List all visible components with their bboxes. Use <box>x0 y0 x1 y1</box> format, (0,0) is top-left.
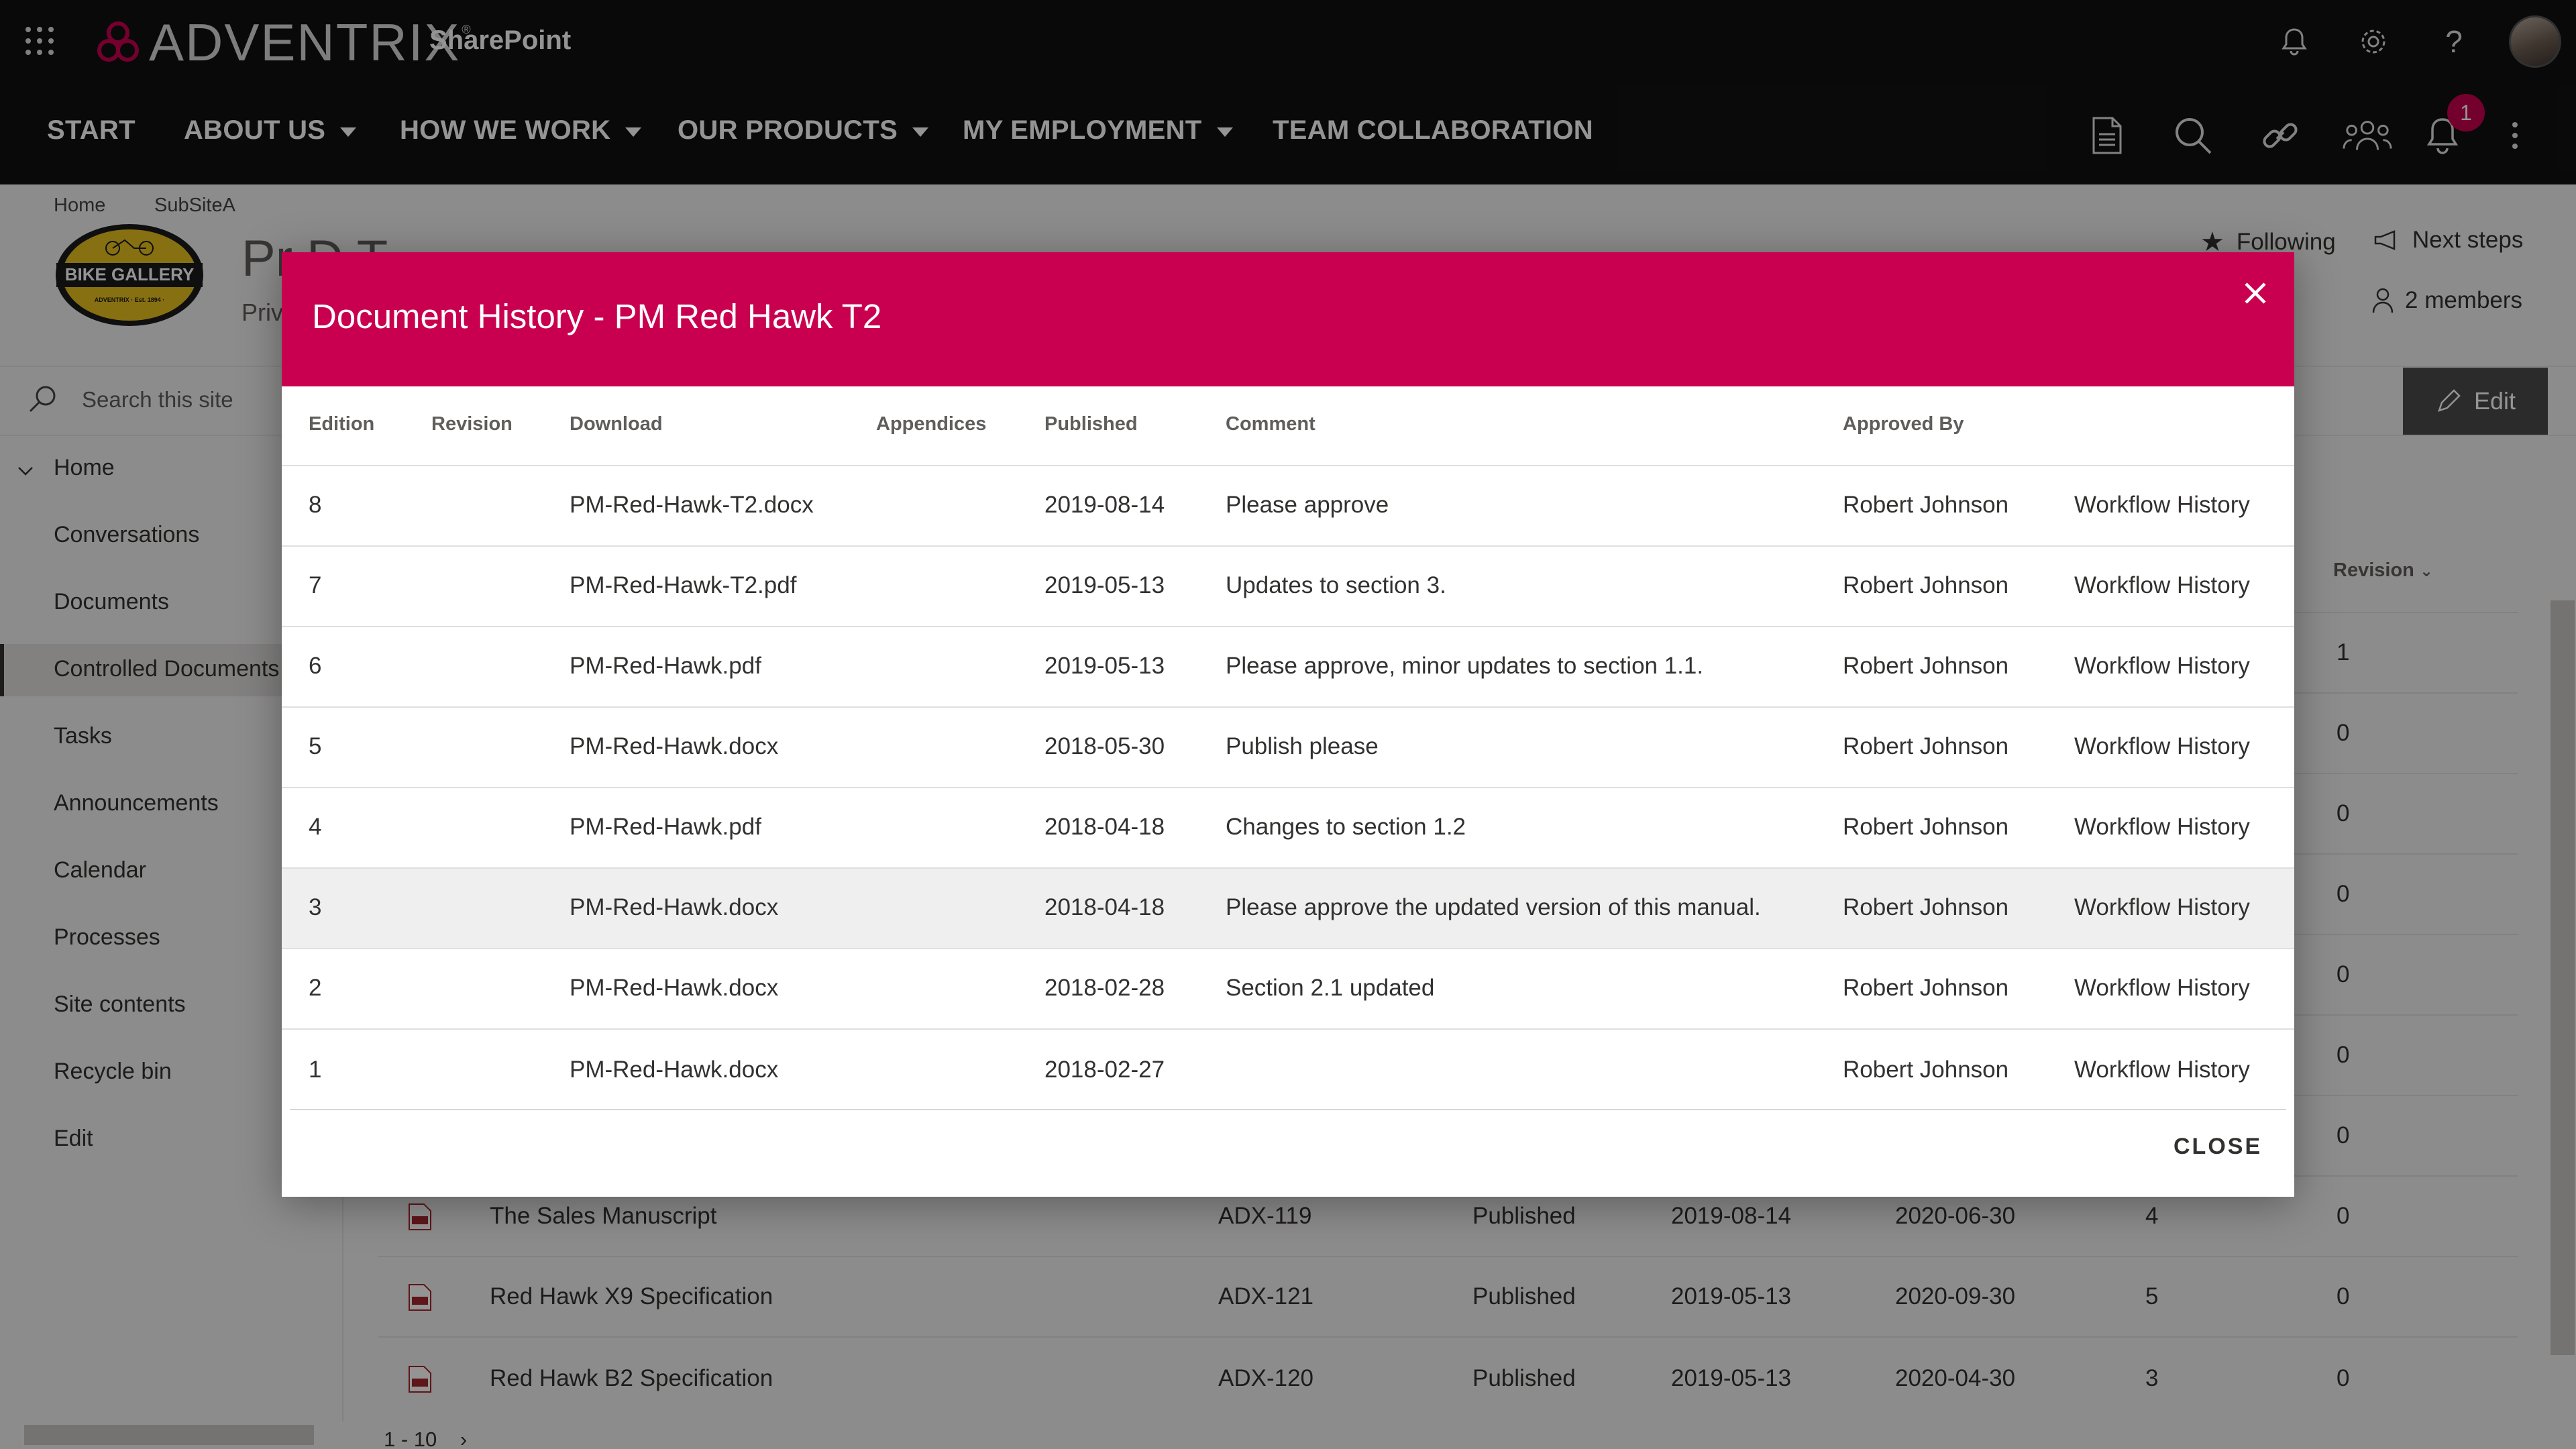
download-link[interactable]: PM-Red-Hawk.pdf <box>570 653 761 680</box>
download-link[interactable]: PM-Red-Hawk.docx <box>570 1057 778 1083</box>
cell-comment: Updates to section 3. <box>1226 572 1446 598</box>
cell-comment: Please approve, minor updates to section… <box>1226 653 1704 679</box>
column-header-published: Published <box>1044 413 1138 435</box>
cell-approved-by: Robert Johnson <box>1843 975 2009 1001</box>
row-divider <box>282 867 2294 869</box>
document-history-dialog <box>282 252 2294 1197</box>
cell-approved-by: Robert Johnson <box>1843 733 2009 759</box>
download-link[interactable]: PM-Red-Hawk.docx <box>570 894 778 921</box>
cell-approved-by: Robert Johnson <box>1843 894 2009 920</box>
cell-published: 2018-04-18 <box>1044 894 1165 920</box>
cell-edition: 6 <box>309 653 322 679</box>
row-divider <box>290 1109 2286 1110</box>
download-link[interactable]: PM-Red-Hawk-T2.docx <box>570 492 814 519</box>
cell-published: 2018-02-27 <box>1044 1057 1165 1083</box>
column-header-edition: Edition <box>309 413 375 435</box>
cell-approved-by: Robert Johnson <box>1843 653 2009 679</box>
row-divider <box>282 706 2294 708</box>
cell-approved-by: Robert Johnson <box>1843 492 2009 518</box>
cell-published: 2019-05-13 <box>1044 653 1165 679</box>
row-divider <box>282 465 2294 466</box>
column-header-approved-by: Approved By <box>1843 413 1964 435</box>
cell-edition: 4 <box>309 814 322 840</box>
cell-approved-by: Robert Johnson <box>1843 814 2009 840</box>
close-icon[interactable] <box>2234 272 2277 315</box>
column-header-appendices: Appendices <box>876 413 987 435</box>
row-divider <box>282 1028 2294 1030</box>
column-header-comment: Comment <box>1226 413 1316 435</box>
workflow-history-link[interactable]: Workflow History <box>2074 733 2250 760</box>
cell-edition: 1 <box>309 1057 322 1083</box>
workflow-history-link[interactable]: Workflow History <box>2074 1057 2250 1083</box>
cell-published: 2018-02-28 <box>1044 975 1165 1001</box>
cell-approved-by: Robert Johnson <box>1843 1057 2009 1083</box>
cell-published: 2018-04-18 <box>1044 814 1165 840</box>
row-divider <box>282 626 2294 627</box>
workflow-history-link[interactable]: Workflow History <box>2074 653 2250 680</box>
row-divider <box>282 948 2294 949</box>
close-button[interactable]: CLOSE <box>2174 1134 2262 1160</box>
download-link[interactable]: PM-Red-Hawk-T2.pdf <box>570 572 796 599</box>
download-link[interactable]: PM-Red-Hawk.pdf <box>570 814 761 841</box>
row-divider <box>282 545 2294 547</box>
workflow-history-link[interactable]: Workflow History <box>2074 975 2250 1002</box>
cell-edition: 5 <box>309 733 322 759</box>
cell-edition: 8 <box>309 492 322 518</box>
column-header-download: Download <box>570 413 663 435</box>
cell-approved-by: Robert Johnson <box>1843 572 2009 598</box>
cell-comment: Please approve the updated version of th… <box>1226 894 1761 920</box>
cell-edition: 7 <box>309 572 322 598</box>
download-link[interactable]: PM-Red-Hawk.docx <box>570 733 778 760</box>
cell-comment: Section 2.1 updated <box>1226 975 1435 1001</box>
download-link[interactable]: PM-Red-Hawk.docx <box>570 975 778 1002</box>
cell-edition: 3 <box>309 894 322 920</box>
row-divider <box>282 787 2294 788</box>
workflow-history-link[interactable]: Workflow History <box>2074 572 2250 599</box>
cell-published: 2019-08-14 <box>1044 492 1165 518</box>
cell-comment: Changes to section 1.2 <box>1226 814 1466 840</box>
workflow-history-link[interactable]: Workflow History <box>2074 814 2250 841</box>
column-header-revision: Revision <box>431 413 513 435</box>
cell-edition: 2 <box>309 975 322 1001</box>
cell-published: 2019-05-13 <box>1044 572 1165 598</box>
workflow-history-link[interactable]: Workflow History <box>2074 894 2250 921</box>
cell-comment: Publish please <box>1226 733 1379 759</box>
dialog-title: Document History - PM Red Hawk T2 <box>312 297 882 335</box>
workflow-history-link[interactable]: Workflow History <box>2074 492 2250 519</box>
cell-published: 2018-05-30 <box>1044 733 1165 759</box>
cell-comment: Please approve <box>1226 492 1389 518</box>
